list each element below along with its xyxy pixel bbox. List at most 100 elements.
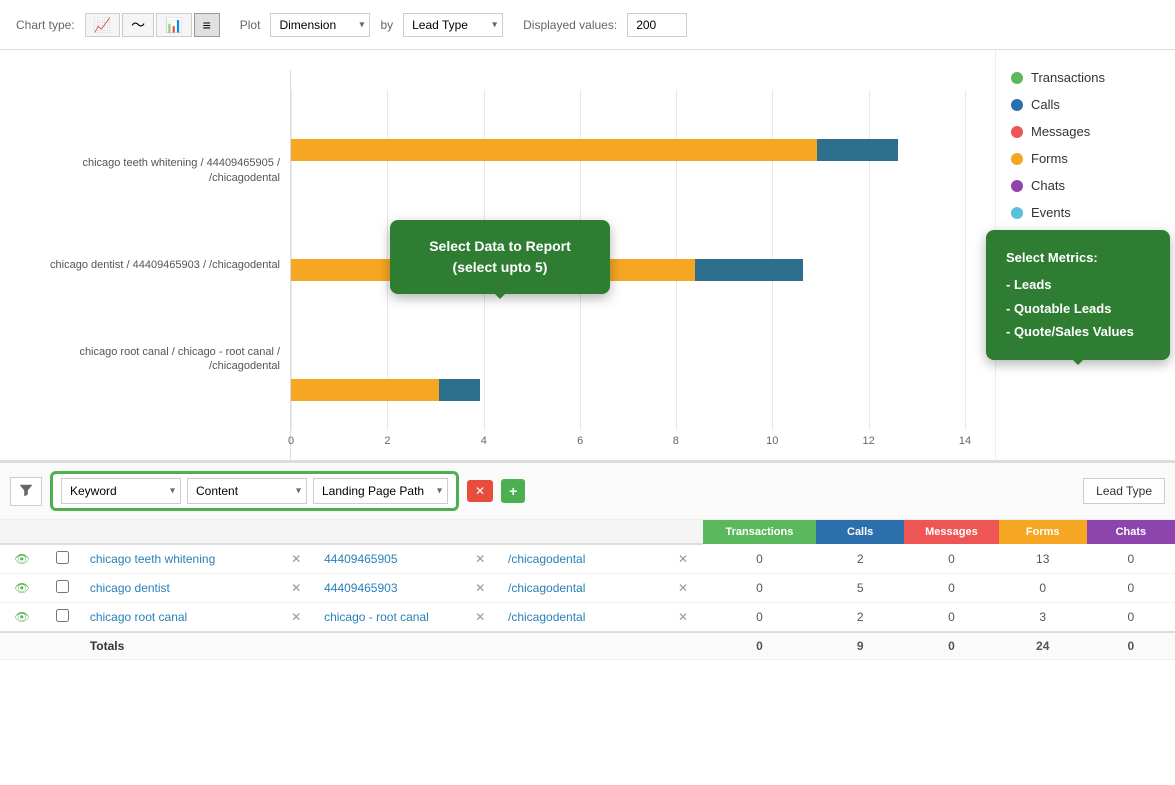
bar-teal-2 <box>439 379 479 401</box>
lead-type-select[interactable]: Lead Type <box>403 13 503 37</box>
bar-teal-0 <box>817 139 898 161</box>
lp-link-2[interactable]: /chicagodental <box>508 610 585 624</box>
keyword-link-2[interactable]: chicago root canal <box>90 610 187 624</box>
row-x-kw-0[interactable]: ✕ <box>283 544 316 574</box>
legend-dot-forms <box>1011 153 1023 165</box>
remove-filter-button[interactable]: ✕ <box>467 480 493 502</box>
chart-type-buttons: 📈 〜 📊 ≡ <box>85 13 220 37</box>
content-select-wrapper: Content <box>187 478 307 504</box>
table-toolbar: Keyword Content Landing Page Path <box>0 463 1175 520</box>
row-messages-2: 0 <box>904 603 998 633</box>
row-chats-1: 0 <box>1087 574 1175 603</box>
chart-type-bar-btn[interactable]: 📊 <box>156 13 191 37</box>
keyword-select[interactable]: Keyword <box>61 478 181 504</box>
legend-dot-chats <box>1011 180 1023 192</box>
row-check-0[interactable] <box>44 544 82 574</box>
eye-icon-2: 👁 <box>14 610 29 624</box>
row-calls-1: 5 <box>816 574 904 603</box>
displayed-values-label: Displayed values: <box>523 18 617 32</box>
totals-label-spacer <box>0 632 82 660</box>
y-label-0: chicago teeth whitening / 44409465905 / … <box>10 156 280 185</box>
legend-dot-calls <box>1011 99 1023 111</box>
tooltip-title: Select Data to Report <box>410 236 590 257</box>
row-forms-1: 0 <box>999 574 1087 603</box>
row-x-lp-2[interactable]: ✕ <box>670 603 703 633</box>
row-x-lp-1[interactable]: ✕ <box>670 574 703 603</box>
legend-item-chats: Chats <box>1011 178 1160 193</box>
row-check-1[interactable] <box>44 574 82 603</box>
x-tick-6: 6 <box>577 435 583 447</box>
legend-dot-events <box>1011 207 1023 219</box>
row-keyword-1: chicago dentist <box>82 574 283 603</box>
dimension-select-wrap: Dimension <box>270 13 370 37</box>
bar-orange-0 <box>291 139 817 161</box>
displayed-values-input[interactable]: 200 <box>627 13 687 37</box>
row-transactions-0: 0 <box>703 544 816 574</box>
bar-row-2-orange <box>291 378 965 402</box>
row-check-2[interactable] <box>44 603 82 633</box>
bar-orange-2 <box>291 379 439 401</box>
row-lp-1: /chicagodental <box>500 574 670 603</box>
landing-page-select[interactable]: Landing Page Path <box>313 478 448 504</box>
content-link-2[interactable]: chicago - root canal <box>324 610 429 624</box>
row-lp-2: /chicagodental <box>500 603 670 633</box>
legend-item-transactions: Transactions <box>1011 70 1160 85</box>
th-eye <box>0 520 44 544</box>
main-area: chicago teeth whitening / 44409465905 / … <box>0 50 1175 785</box>
row-x-kw-1[interactable]: ✕ <box>283 574 316 603</box>
chart-section: chicago teeth whitening / 44409465905 / … <box>0 50 995 460</box>
row-lp-0: /chicagodental <box>500 544 670 574</box>
row-x-content-0[interactable]: ✕ <box>467 544 500 574</box>
chart-type-line-btn[interactable]: 〜 <box>122 13 154 37</box>
lead-type-badge: Lead Type <box>1083 484 1165 498</box>
row-x-kw-2[interactable]: ✕ <box>283 603 316 633</box>
lp-link-1[interactable]: /chicagodental <box>508 581 585 595</box>
totals-calls: 9 <box>816 632 904 660</box>
row-eye-2[interactable]: 👁 <box>0 603 44 633</box>
filter-icon <box>19 483 33 497</box>
table-row: 👁 chicago teeth whitening ✕ 44409465905 … <box>0 544 1175 574</box>
lp-link-0[interactable]: /chicagodental <box>508 552 585 566</box>
row-checkbox-1[interactable] <box>56 580 69 593</box>
row-content-0: 44409465905 <box>316 544 467 574</box>
left-panel: chicago teeth whitening / 44409465905 / … <box>0 50 1175 785</box>
row-checkbox-0[interactable] <box>56 551 69 564</box>
row-x-lp-0[interactable]: ✕ <box>670 544 703 574</box>
by-label: by <box>380 18 393 32</box>
keyword-link-0[interactable]: chicago teeth whitening <box>90 552 215 566</box>
x-tick-10: 10 <box>766 435 778 447</box>
content-select[interactable]: Content <box>187 478 307 504</box>
row-keyword-0: chicago teeth whitening <box>82 544 283 574</box>
row-messages-0: 0 <box>904 544 998 574</box>
keyword-link-1[interactable]: chicago dentist <box>90 581 170 595</box>
keyword-select-wrapper: Keyword <box>61 478 181 504</box>
content-link-0[interactable]: 44409465905 <box>324 552 397 566</box>
legend-dot-messages <box>1011 126 1023 138</box>
row-content-2: chicago - root canal <box>316 603 467 633</box>
legend-label-calls: Calls <box>1031 97 1060 112</box>
dimension-select[interactable]: Dimension <box>270 13 370 37</box>
row-x-content-1[interactable]: ✕ <box>467 574 500 603</box>
totals-chats: 0 <box>1087 632 1175 660</box>
metrics-tooltip-line2: - Quotable Leads <box>1006 297 1150 320</box>
add-filter-button[interactable]: + <box>501 479 525 503</box>
filter-button[interactable] <box>10 477 42 506</box>
bar-group-2 <box>291 350 965 430</box>
row-checkbox-2[interactable] <box>56 609 69 622</box>
content-link-1[interactable]: 44409465903 <box>324 581 397 595</box>
row-eye-1[interactable]: 👁 <box>0 574 44 603</box>
th-calls: Calls <box>816 520 904 544</box>
y-label-2: chicago root canal / chicago - root cana… <box>10 345 280 374</box>
row-messages-1: 0 <box>904 574 998 603</box>
legend-label-messages: Messages <box>1031 124 1090 139</box>
eye-icon-1: 👁 <box>14 581 29 595</box>
row-eye-0[interactable]: 👁 <box>0 544 44 574</box>
row-x-content-2[interactable]: ✕ <box>467 603 500 633</box>
chart-type-area-btn[interactable]: 📈 <box>85 13 120 37</box>
tooltip-sub: (select upto 5) <box>410 257 590 278</box>
row-keyword-2: chicago root canal <box>82 603 283 633</box>
totals-transactions: 0 <box>703 632 816 660</box>
metrics-tooltip-line3: - Quote/Sales Values <box>1006 320 1150 343</box>
x-tick-14: 14 <box>959 435 971 447</box>
chart-type-hbar-btn[interactable]: ≡ <box>194 13 220 37</box>
